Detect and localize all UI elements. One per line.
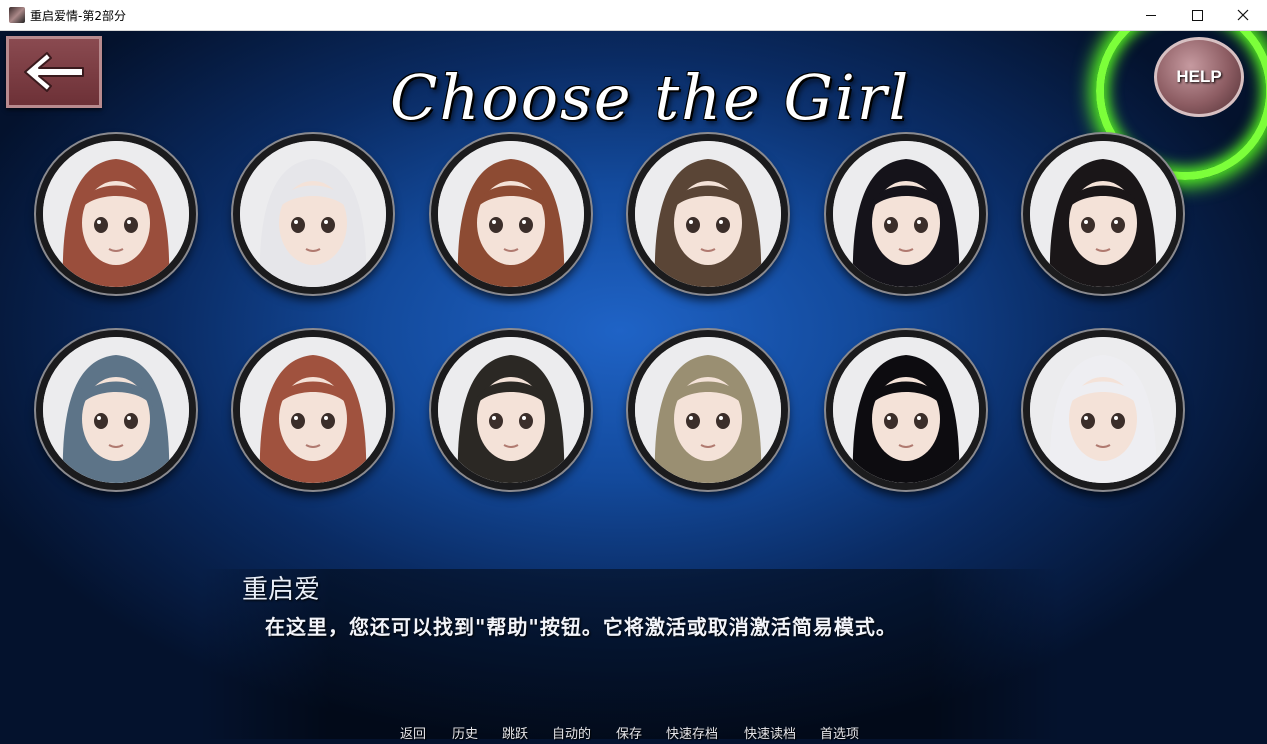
quick-menu-save[interactable]: 保存 bbox=[616, 723, 642, 742]
character-face-icon bbox=[1030, 141, 1176, 287]
help-label: HELP bbox=[1176, 67, 1222, 86]
character-face-icon bbox=[833, 141, 979, 287]
character-face-icon bbox=[43, 337, 189, 483]
minimize-button[interactable] bbox=[1128, 0, 1174, 30]
portrait-girl-8[interactable] bbox=[233, 330, 393, 490]
dialogue-box bbox=[200, 569, 1060, 739]
minimize-icon bbox=[1146, 14, 1156, 16]
maximize-icon bbox=[1191, 9, 1203, 21]
arrow-left-icon bbox=[24, 52, 84, 92]
game-screen: Choose the Girl HELP 重启爱 在这里，您还可以找到"帮助"按… bbox=[0, 31, 1267, 744]
quick-menu-history[interactable]: 历史 bbox=[452, 723, 478, 742]
character-face-icon bbox=[438, 141, 584, 287]
back-button[interactable] bbox=[6, 36, 102, 108]
quick-menu-skip[interactable]: 跳跃 bbox=[502, 723, 528, 742]
portrait-girl-11[interactable] bbox=[826, 330, 986, 490]
portrait-girl-5[interactable] bbox=[826, 134, 986, 294]
portrait-girl-4[interactable] bbox=[628, 134, 788, 294]
portrait-girl-9[interactable] bbox=[431, 330, 591, 490]
app-icon bbox=[9, 7, 25, 23]
portrait-girl-12[interactable] bbox=[1023, 330, 1183, 490]
speaker-name: 重启爱 bbox=[242, 575, 321, 605]
portrait-girl-7[interactable] bbox=[36, 330, 196, 490]
character-face-icon bbox=[635, 141, 781, 287]
quick-menu-quick-save[interactable]: 快速存档 bbox=[666, 723, 718, 742]
quick-menu-quick-load[interactable]: 快速读档 bbox=[744, 723, 796, 742]
quick-menu: 返回 历史 跳跃 自动的 保存 快速存档 快速读档 首选项 bbox=[0, 721, 1267, 744]
character-face-icon bbox=[635, 337, 781, 483]
portrait-girl-6[interactable] bbox=[1023, 134, 1183, 294]
character-face-icon bbox=[438, 337, 584, 483]
portrait-girl-3[interactable] bbox=[431, 134, 591, 294]
page-title: Choose the Girl bbox=[390, 61, 911, 134]
window-title: 重启爱情-第2部分 bbox=[30, 9, 126, 23]
help-button[interactable]: HELP bbox=[1154, 37, 1244, 117]
character-face-icon bbox=[240, 337, 386, 483]
character-face-icon bbox=[43, 141, 189, 287]
dialogue-text: 在这里，您还可以找到"帮助"按钮。它将激活或取消激活简易模式。 bbox=[265, 615, 897, 639]
close-icon bbox=[1237, 9, 1249, 21]
portrait-girl-1[interactable] bbox=[36, 134, 196, 294]
maximize-button[interactable] bbox=[1174, 0, 1220, 30]
character-face-icon bbox=[240, 141, 386, 287]
window-titlebar: 重启爱情-第2部分 bbox=[0, 0, 1267, 31]
character-face-icon bbox=[1030, 337, 1176, 483]
portrait-girl-2[interactable] bbox=[233, 134, 393, 294]
character-face-icon bbox=[833, 337, 979, 483]
quick-menu-auto[interactable]: 自动的 bbox=[552, 723, 591, 742]
quick-menu-back[interactable]: 返回 bbox=[400, 723, 426, 742]
close-button[interactable] bbox=[1220, 0, 1266, 30]
portrait-girl-10[interactable] bbox=[628, 330, 788, 490]
quick-menu-preferences[interactable]: 首选项 bbox=[820, 723, 859, 742]
